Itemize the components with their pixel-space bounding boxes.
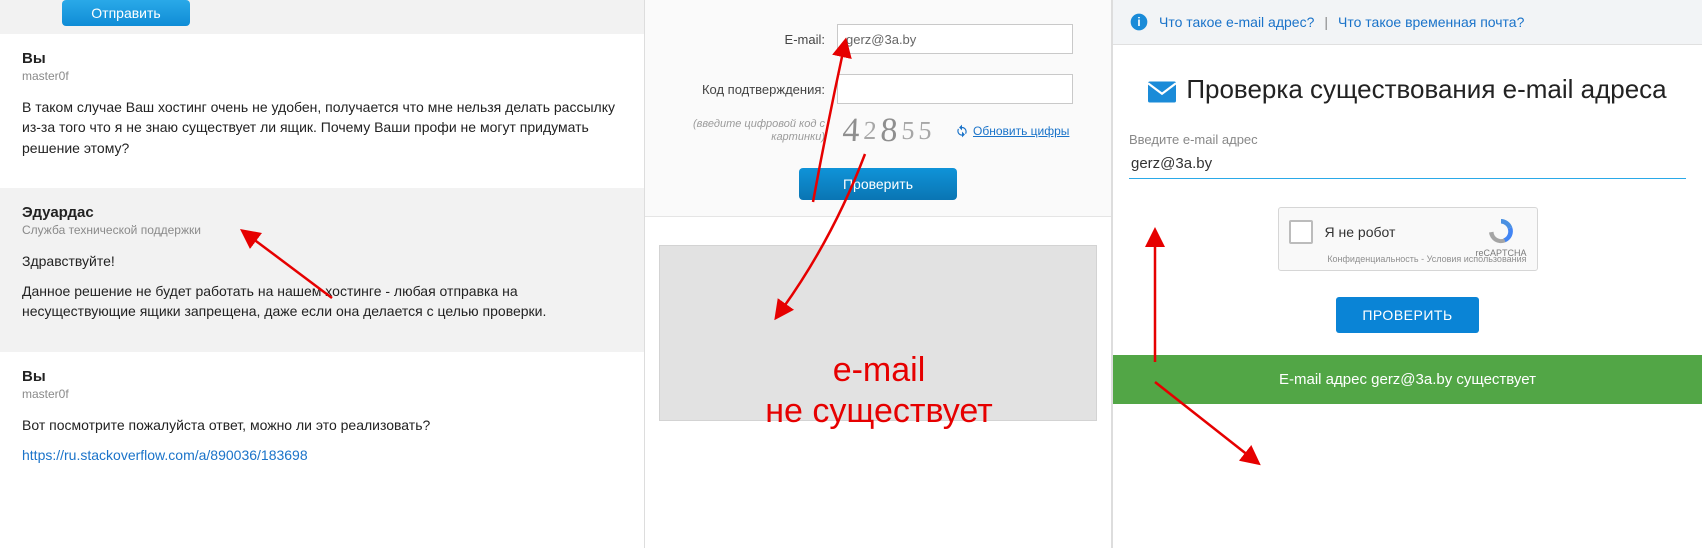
help-temp-mail-link[interactable]: Что такое временная почта? xyxy=(1338,14,1524,30)
message-author-sub: master0f xyxy=(22,387,622,401)
code-row: Код подтверждения: xyxy=(669,74,1087,104)
recaptcha-checkbox[interactable] xyxy=(1289,220,1313,244)
result-bar: E-mail адрес gerz@3a.by существует xyxy=(1113,355,1702,404)
refresh-captcha-link[interactable]: Обновить цифры xyxy=(955,124,1069,139)
recaptcha-logo: reCAPTCHA xyxy=(1475,216,1526,258)
captcha-check-panel: E-mail: Код подтверждения: (введите цифр… xyxy=(644,0,1112,548)
message-text: Вот посмотрите пожалуйста ответ, можно л… xyxy=(22,415,622,435)
message-author-sub: Служба технической поддержки xyxy=(22,223,622,237)
email-row: E-mail: xyxy=(669,24,1087,54)
captcha-form: E-mail: Код подтверждения: (введите цифр… xyxy=(645,0,1111,217)
stackoverflow-link[interactable]: https://ru.stackoverflow.com/a/890036/18… xyxy=(22,447,308,463)
message-block: Вы master0f В таком случае Ваш хостинг о… xyxy=(0,34,644,188)
message-author: Эдуардас xyxy=(22,204,622,221)
card-title: Проверка существования e-mail адреса xyxy=(1129,73,1686,106)
email-input[interactable] xyxy=(837,24,1073,54)
message-text: Данное решение не будет работать на наше… xyxy=(22,281,622,322)
email-input-label: Введите e-mail адрес xyxy=(1129,132,1686,147)
email-label: E-mail: xyxy=(669,32,837,47)
message-author: Вы xyxy=(22,368,622,385)
recaptcha-widget[interactable]: Я не робот reCAPTCHA Конфиденциальность … xyxy=(1278,207,1538,271)
captcha-hint: (введите цифровой код с картинки) xyxy=(669,118,837,144)
ticket-thread-panel: Отправить Вы master0f В таком случае Ваш… xyxy=(0,0,644,548)
checker-card: Проверка существования e-mail адреса Вве… xyxy=(1129,73,1686,333)
info-icon: i xyxy=(1129,12,1149,32)
ad-placeholder xyxy=(659,245,1097,421)
message-block: Эдуардас Служба технической поддержки Зд… xyxy=(0,188,644,352)
recaptcha-brand: reCAPTCHA xyxy=(1475,248,1526,258)
send-button[interactable]: Отправить xyxy=(62,0,190,26)
message-author-sub: master0f xyxy=(22,69,622,83)
email-check-input[interactable] xyxy=(1129,149,1686,179)
refresh-icon xyxy=(955,124,969,138)
code-input[interactable] xyxy=(837,74,1073,104)
card-title-text: Проверка существования e-mail адреса xyxy=(1186,73,1666,106)
separator: | xyxy=(1324,14,1328,30)
message-body: Вот посмотрите пожалуйста ответ, можно л… xyxy=(22,415,622,466)
refresh-label: Обновить цифры xyxy=(973,124,1069,138)
mail-icon xyxy=(1148,78,1176,100)
message-text: В таком случае Ваш хостинг очень не удоб… xyxy=(22,97,622,158)
help-what-is-email-link[interactable]: Что такое e-mail адрес? xyxy=(1159,14,1314,30)
code-label: Код подтверждения: xyxy=(669,82,837,97)
message-body: Здравствуйте! Данное решение не будет ра… xyxy=(22,251,622,322)
message-author: Вы xyxy=(22,50,622,67)
mail-checker-panel: i Что такое e-mail адрес? | Что такое вр… xyxy=(1112,0,1702,548)
check-button[interactable]: Проверить xyxy=(799,168,957,200)
captcha-row: (введите цифровой код с картинки) 42855 … xyxy=(669,114,1087,148)
message-greeting: Здравствуйте! xyxy=(22,251,622,271)
captcha-image: 42855 xyxy=(836,114,942,148)
message-block: Вы master0f Вот посмотрите пожалуйста от… xyxy=(0,352,644,486)
help-bar: i Что такое e-mail адрес? | Что такое вр… xyxy=(1113,0,1702,45)
recaptcha-label: Я не робот xyxy=(1325,224,1396,240)
message-body: В таком случае Ваш хостинг очень не удоб… xyxy=(22,97,622,158)
send-bar: Отправить xyxy=(0,0,644,34)
verify-button[interactable]: ПРОВЕРИТЬ xyxy=(1336,297,1478,333)
svg-text:i: i xyxy=(1137,16,1140,29)
